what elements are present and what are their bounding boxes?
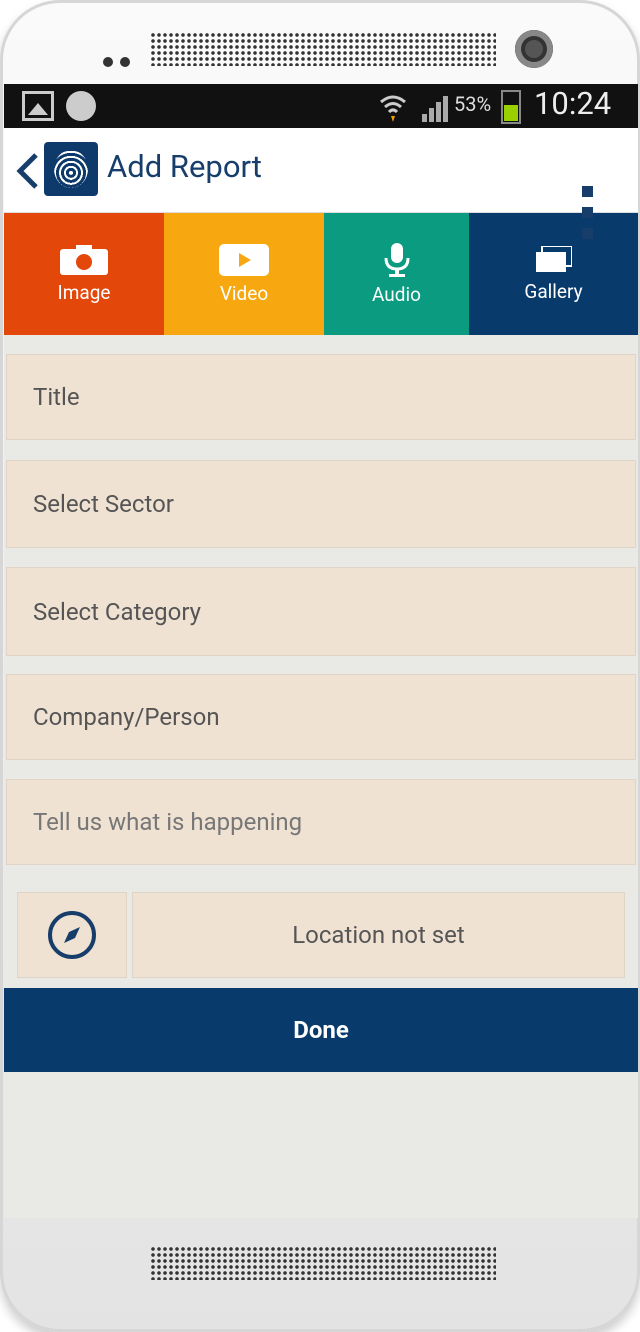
overflow-menu-icon[interactable]: [576, 186, 602, 246]
image-button-label: Image: [57, 280, 111, 304]
image-button[interactable]: Image: [4, 213, 164, 335]
video-button-label: Video: [219, 281, 269, 305]
gallery-icon: [535, 245, 572, 272]
description-input[interactable]: Tell us what is happening: [6, 779, 636, 865]
media-buttons-row: Image Video Audio Gallery: [4, 213, 638, 335]
gallery-button-label: Gallery: [524, 279, 583, 303]
top-speaker-grill: [150, 32, 496, 66]
done-button[interactable]: Done: [4, 988, 638, 1072]
front-camera: [515, 30, 553, 68]
category-placeholder: Select Category: [33, 597, 202, 626]
torrent-notification-icon: [66, 91, 96, 121]
sensor-dot: [103, 57, 113, 67]
location-status-text: Location not set: [292, 921, 465, 949]
company-person-input[interactable]: Company/Person: [6, 674, 636, 760]
app-logo: [44, 142, 98, 196]
video-button[interactable]: Video: [164, 213, 324, 335]
title-placeholder: Title: [33, 383, 80, 411]
battery-icon: [501, 90, 521, 124]
camera-icon: [60, 244, 108, 275]
description-placeholder: Tell us what is happening: [33, 808, 303, 836]
battery-percentage: 53%: [454, 92, 492, 116]
status-bar: 53% 10:24: [4, 84, 638, 128]
location-status: Location not set: [132, 892, 625, 978]
app-bar: Add Report: [4, 128, 638, 239]
locate-button[interactable]: [17, 892, 127, 978]
title-input[interactable]: Title: [6, 354, 636, 440]
back-arrow-icon[interactable]: [12, 152, 42, 190]
play-icon: [219, 243, 269, 276]
phone-frame: 53% 10:24 Add Report Image Video Audio G…: [0, 0, 640, 1332]
signal-icon: [422, 96, 448, 122]
category-select[interactable]: Select Category: [6, 567, 636, 656]
sensor-dot: [120, 57, 130, 67]
microphone-icon: [384, 242, 409, 277]
done-button-label: Done: [293, 1016, 349, 1044]
image-notification-icon: [22, 91, 54, 121]
clock: 10:24: [534, 85, 612, 122]
audio-button-label: Audio: [372, 282, 421, 306]
location-row: Location not set: [17, 892, 625, 978]
page-title: Add Report: [107, 148, 262, 185]
screen: 53% 10:24 Add Report Image Video Audio G…: [4, 84, 638, 1218]
bottom-speaker-grill: [150, 1246, 496, 1280]
sector-select[interactable]: Select Sector: [6, 460, 636, 548]
sector-placeholder: Select Sector: [33, 490, 174, 518]
wifi-icon: [380, 95, 406, 122]
gallery-button[interactable]: Gallery: [469, 213, 638, 335]
company-placeholder: Company/Person: [33, 703, 220, 731]
compass-icon: [48, 911, 96, 959]
audio-button[interactable]: Audio: [324, 213, 469, 335]
